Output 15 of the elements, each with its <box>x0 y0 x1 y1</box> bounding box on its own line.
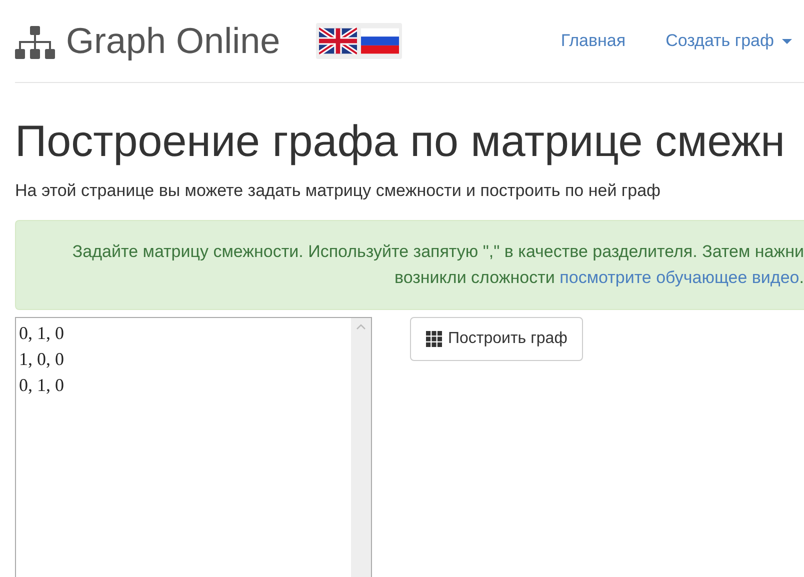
uk-flag-icon[interactable] <box>319 27 358 55</box>
matrix-input[interactable]: 0, 1, 0 1, 0, 0 0, 1, 0 <box>15 317 372 577</box>
alert-text: . <box>799 268 804 287</box>
page-heading: Построение графа по матрице смежн <box>15 116 786 168</box>
hierarchy-icon <box>15 26 55 60</box>
page-description: На этой странице вы можете задать матрицу смежности и построить по ней граф <box>15 181 662 201</box>
build-graph-button[interactable]: Построить граф <box>410 317 584 361</box>
site-title[interactable]: Graph Online <box>66 20 280 62</box>
alert-text: Задайте матрицу смежности. Используйте запятую "," в качестве разделителя. Затем нажни <box>71 241 804 263</box>
scrollbar[interactable] <box>351 318 371 577</box>
alert-text: возникли сложности <box>394 268 555 287</box>
nav-link[interactable]: Главная <box>560 31 626 51</box>
russia-flag-icon[interactable] <box>361 27 400 55</box>
grid-icon <box>426 331 442 347</box>
nav-link[interactable]: Создать граф <box>666 31 792 51</box>
